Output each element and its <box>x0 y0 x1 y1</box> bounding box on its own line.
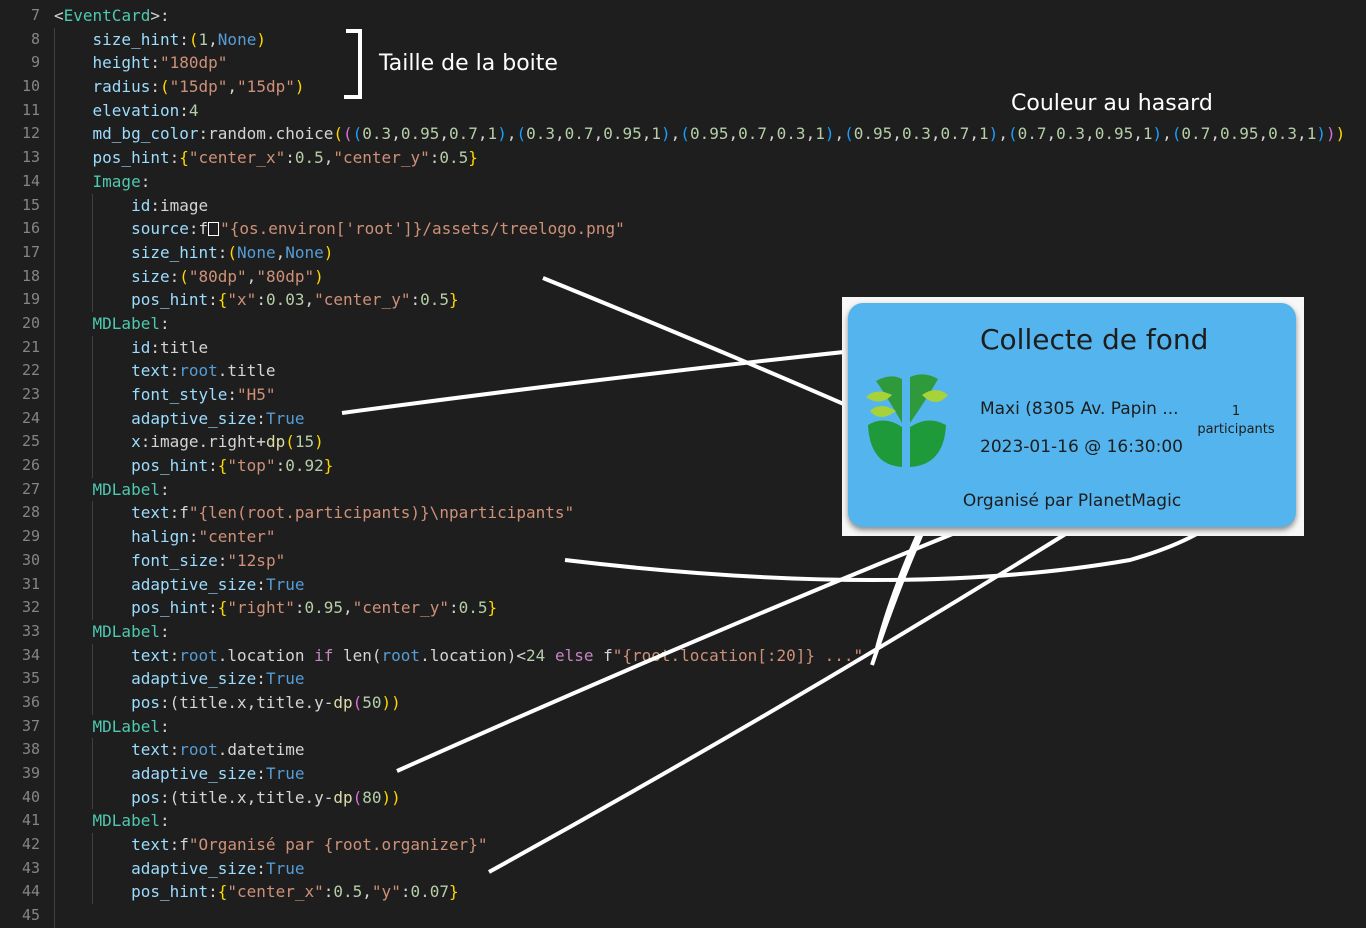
text-cursor-marker <box>208 222 220 237</box>
code-line-40: pos:(title.x,title.y-dp(80)) <box>54 785 1345 810</box>
line-number: 19 <box>21 290 40 309</box>
line-number: 21 <box>21 337 40 356</box>
code-line-9: height:"180dp" <box>54 51 1345 76</box>
code-line-7: <EventCard>: <box>54 6 170 25</box>
line-number: 8 <box>30 29 40 48</box>
code-line-38: text:root.datetime <box>54 738 1345 762</box>
line-number: 15 <box>21 195 40 214</box>
line-number: 9 <box>30 53 40 72</box>
line-number: 24 <box>21 408 40 427</box>
line-number: 16 <box>21 219 40 238</box>
annotation-size-label: Taille de la boite <box>379 51 558 76</box>
card-datetime: 2023-01-16 @ 16:30:00 <box>980 437 1183 457</box>
line-number: 10 <box>21 77 40 96</box>
line-number-gutter: 7 8 9 10 11 12 13 14 15 16 17 18 19 20 21 22 23 24 25 26 27 2… <box>0 4 40 928</box>
code-line-33: MDLabel: <box>54 619 1345 644</box>
line-number: 22 <box>21 361 40 380</box>
code-line-15: id:image <box>54 193 1345 218</box>
code-line-43: adaptive_size:True <box>54 856 1345 881</box>
line-number: 31 <box>21 574 40 593</box>
code-line-17: size_hint:(None,None) <box>54 240 1345 265</box>
code-line-41: MDLabel: <box>54 809 1345 834</box>
line-number: 14 <box>21 171 40 190</box>
code-line-13: pos_hint:{"center_x":0.5,"center_y":0.5} <box>54 146 1345 170</box>
code-editor[interactable]: 7 8 9 10 11 12 13 14 15 16 17 18 19 20 21 22 23 24 25 26 27 2… <box>0 0 1366 928</box>
line-number: 23 <box>21 385 40 403</box>
code-line-42: text:f"Organisé par {root.organizer}" <box>54 833 1345 857</box>
line-number: 13 <box>21 148 40 167</box>
line-number: 44 <box>21 882 40 901</box>
line-number: 27 <box>21 479 40 498</box>
participants-count: 1 <box>1231 404 1241 419</box>
code-line-14: Image: <box>54 169 1345 194</box>
line-number: 32 <box>21 598 40 617</box>
code-line-12: md_bg_color:random.choice(((0.3,0.95,0.7… <box>54 122 1345 147</box>
tree-logo-icon <box>866 374 948 467</box>
card-preview-frame: Collecte de fond Maxi (8305 Av. Papin ..… <box>842 297 1304 536</box>
code-line-16: source:f "{os.environ['root']}/assets/tre… <box>54 217 1345 241</box>
line-number: 41 <box>21 811 40 830</box>
code-line-31: adaptive_size:True <box>54 572 1345 597</box>
line-number: 33 <box>21 621 40 640</box>
code-line-37: MDLabel: <box>54 714 1345 739</box>
line-number: 29 <box>21 527 40 546</box>
card-participants: 1 participants <box>1186 403 1286 439</box>
line-number: 28 <box>21 503 40 522</box>
code-line-39: adaptive_size:True <box>54 762 1345 786</box>
code-line-8: size_hint:(1,None) <box>54 27 1345 52</box>
card-organizer: Organisé par PlanetMagic <box>962 491 1182 511</box>
line-number: 17 <box>21 242 40 261</box>
line-number: 42 <box>21 835 40 854</box>
line-number: 37 <box>21 716 40 735</box>
card-location: Maxi (8305 Av. Papin ... <box>980 399 1179 419</box>
line-number: 30 <box>21 550 40 569</box>
code-line-18: size:("80dp","80dp") <box>54 264 1345 289</box>
line-number: 43 <box>21 858 40 877</box>
code-line-44: pos_hint:{"center_x":0.5,"y":0.07} <box>54 880 1345 905</box>
line-number: 38 <box>21 740 40 759</box>
line-number: 34 <box>21 645 40 664</box>
line-number: 20 <box>21 313 40 332</box>
line-number: 39 <box>21 764 40 782</box>
line-number: 18 <box>21 266 40 285</box>
line-number: 26 <box>21 456 40 475</box>
line-number: 25 <box>21 432 40 451</box>
line-number: 11 <box>21 100 40 119</box>
line-number: 12 <box>21 124 40 143</box>
line-number: 40 <box>21 787 40 806</box>
line-number: 35 <box>21 669 40 688</box>
event-card[interactable]: Collecte de fond Maxi (8305 Av. Papin ..… <box>848 303 1296 527</box>
code-line-35: adaptive_size:True <box>54 667 1345 691</box>
annotation-color-label: Couleur au hasard <box>1011 91 1213 116</box>
code-line-34: text:root.location if len(root.location)… <box>54 643 1345 668</box>
participants-label: participants <box>1197 422 1275 437</box>
code-line-32: pos_hint:{"right":0.95,"center_y":0.5} <box>54 596 1345 620</box>
code-line-30: font_size:"12sp" <box>54 548 1345 573</box>
line-number: 7 <box>30 6 40 24</box>
card-title: Collecte de fond <box>980 323 1209 356</box>
line-number: 36 <box>21 692 40 711</box>
code-line-36: pos:(title.x,title.y-dp(50)) <box>54 690 1345 715</box>
